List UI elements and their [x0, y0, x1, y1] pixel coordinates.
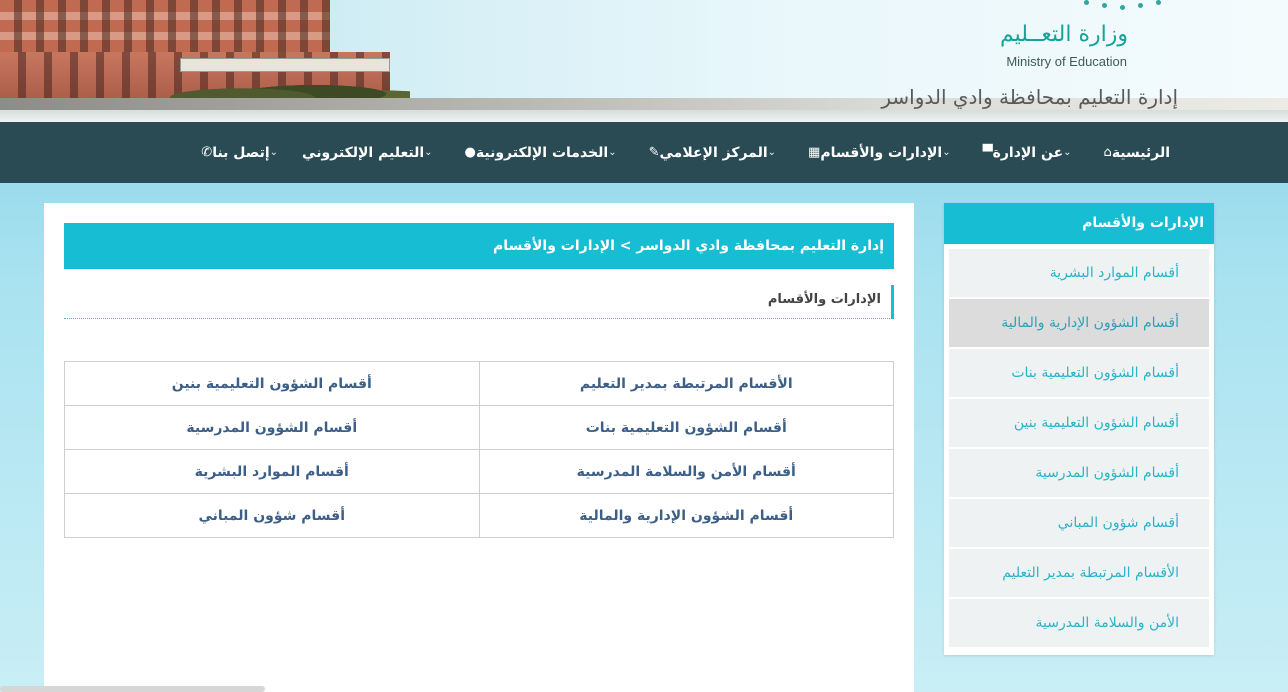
sidebar-item[interactable]: الأمن والسلامة المدرسية [949, 599, 1209, 647]
sidebar-item[interactable]: أقسام شؤون المباني [949, 499, 1209, 547]
department-link[interactable]: أقسام الموارد البشرية [195, 464, 349, 480]
table-cell: أقسام الشؤون المدرسية [64, 405, 480, 450]
sidebar-list: أقسام الموارد البشرية أقسام الشؤون الإدار… [949, 249, 1209, 649]
department-link[interactable]: أقسام الشؤون التعليمية بنين [172, 376, 372, 392]
nav-item-label: التعليم الإلكتروني [302, 144, 425, 161]
main-content: إدارة التعليم بمحافظة وادي الدواسر > الإ… [44, 203, 914, 692]
nav-icon: ▀ [982, 145, 993, 160]
banner-curb [0, 110, 1288, 122]
departments-table: الأقسام المرتبطة بمدير التعليم أقسام الشؤ… [64, 361, 894, 538]
table-cell: أقسام الشؤون الإدارية والمالية [478, 493, 894, 538]
table-cell: أقسام الأمن والسلامة المدرسية [478, 449, 894, 494]
department-link[interactable]: أقسام الشؤون الإدارية والمالية [579, 508, 793, 524]
nav-icon: ▦ [808, 145, 821, 160]
table-row: أقسام الشؤون التعليمية بنات أقسام الشؤون … [64, 405, 894, 450]
department-link[interactable]: أقسام الشؤون المدرسية [186, 420, 357, 436]
nav-item-2[interactable]: ▦ الإدارات والأقسام ⌄ [800, 145, 961, 161]
nav-item-0[interactable]: ⌂ الرئيسية [1096, 145, 1170, 161]
table-row: أقسام الشؤون الإدارية والمالية أقسام شؤون… [64, 493, 894, 538]
horizontal-scrollbar[interactable] [0, 686, 265, 692]
nav-item-1[interactable]: ▀ عن الإدارة ⌄ [975, 145, 1082, 161]
sidebar-item[interactable]: أقسام الشؤون التعليمية بنين [949, 399, 1209, 447]
table-cell: أقسام الشؤون التعليمية بنات [478, 405, 894, 450]
sidebar-item[interactable]: أقسام الشؤون التعليمية بنات [949, 349, 1209, 397]
nav-item-4[interactable]: ● الخدمات الإلكترونية ⌄ [457, 145, 627, 161]
nav-item-label: إتصل بنا [212, 144, 270, 161]
breadcrumb: إدارة التعليم بمحافظة وادي الدواسر > الإ… [64, 223, 894, 269]
department-link[interactable]: أقسام الأمن والسلامة المدرسية [577, 464, 796, 480]
nav-item-label: عن الإدارة [992, 144, 1064, 161]
table-cell: أقسام الشؤون التعليمية بنين [64, 361, 480, 406]
department-link[interactable]: أقسام شؤون المباني [198, 508, 345, 524]
banner-building-sign [180, 58, 390, 72]
ministry-logo-icon [1080, 0, 1170, 10]
sidebar-heading: الإدارات والأقسام [944, 203, 1214, 244]
chevron-down-icon: ⌄ [608, 147, 617, 158]
nav-item-label: المركز الإعلامي [659, 144, 768, 161]
chevron-down-icon: ⌄ [269, 147, 279, 158]
logo-english-text[interactable]: Ministry of Education [1006, 54, 1127, 69]
table-row: أقسام الأمن والسلامة المدرسية أقسام الموا… [64, 449, 894, 494]
department-link[interactable]: الأقسام المرتبطة بمدير التعليم [580, 376, 793, 392]
nav-item-label: الإدارات والأقسام [820, 144, 943, 161]
section-title: الإدارات والأقسام [64, 285, 894, 319]
logo-arabic-text[interactable]: وزارة التعــليم [1000, 22, 1128, 47]
chevron-down-icon: ⌄ [942, 147, 951, 158]
nav-item-3[interactable]: ✎ المركز الإعلامي ⌄ [641, 145, 786, 161]
sidebar-item[interactable]: أقسام الموارد البشرية [949, 249, 1209, 297]
header-banner: وزارة التعــليم Ministry of Education إد… [0, 0, 1288, 122]
section-title-text: الإدارات والأقسام [768, 285, 894, 319]
chevron-down-icon: ⌄ [1063, 147, 1072, 158]
table-row: الأقسام المرتبطة بمدير التعليم أقسام الشؤ… [64, 361, 894, 406]
main-nav: ⌂ الرئيسية ▀ عن الإدارة ⌄ ▦ الإدارات والأقسام ⌄… [0, 122, 1288, 183]
department-link[interactable]: أقسام الشؤون التعليمية بنات [586, 420, 787, 436]
nav-item-6[interactable]: ✆ إتصل بنا ⌄ [193, 145, 288, 161]
nav-item-label: الرئيسية [1111, 144, 1170, 161]
table-cell: أقسام الموارد البشرية [64, 449, 480, 494]
sidebar-item[interactable]: أقسام الشؤون المدرسية [949, 449, 1209, 497]
sidebar: الإدارات والأقسام أقسام الموارد البشرية أ… [944, 203, 1214, 655]
nav-item-label: الخدمات الإلكترونية [475, 144, 609, 161]
nav-icon: ⌂ [1103, 145, 1112, 160]
nav-icon: ● [464, 145, 476, 160]
sidebar-item[interactable]: أقسام الشؤون الإدارية والمالية [949, 299, 1209, 347]
table-cell: أقسام شؤون المباني [64, 493, 480, 538]
chevron-down-icon: ⌄ [424, 147, 433, 158]
nav-item-5[interactable]: التعليم الإلكتروني ⌄ [302, 145, 443, 161]
sidebar-item[interactable]: الأقسام المرتبطة بمدير التعليم [949, 549, 1209, 597]
nav-icon: ✎ [648, 145, 660, 160]
nav-icon: ✆ [201, 145, 213, 160]
table-cell: الأقسام المرتبطة بمدير التعليم [478, 361, 894, 406]
site-title: إدارة التعليم بمحافظة وادي الدواسر [881, 85, 1178, 109]
chevron-down-icon: ⌄ [767, 147, 777, 158]
